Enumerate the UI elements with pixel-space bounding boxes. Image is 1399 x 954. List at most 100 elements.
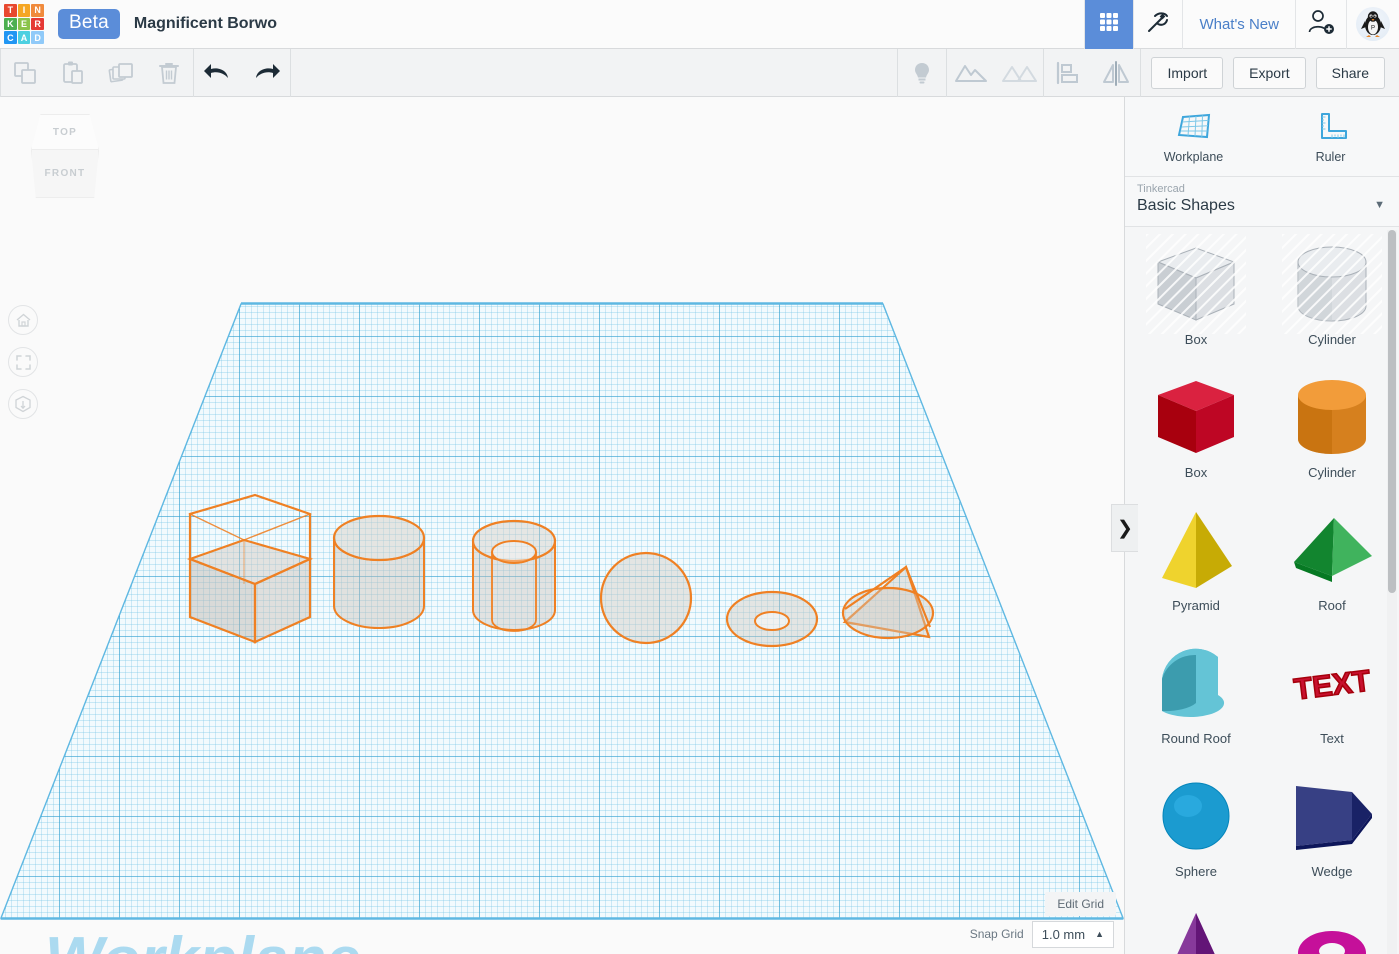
workplane-watermark: Workplane bbox=[45, 925, 361, 954]
caret-up-icon: ▲ bbox=[1095, 929, 1104, 939]
text-3d-icon: TEXT bbox=[1291, 664, 1373, 708]
redo-button[interactable] bbox=[242, 49, 290, 97]
cone-icon bbox=[1177, 913, 1215, 954]
ungroup-button[interactable] bbox=[995, 49, 1043, 97]
shape-item-sphere[interactable]: Sphere bbox=[1137, 766, 1255, 899]
shape-item-cone[interactable] bbox=[1137, 899, 1255, 954]
roof-icon bbox=[1294, 518, 1372, 582]
shape-sphere[interactable] bbox=[599, 551, 693, 645]
home-view-button[interactable] bbox=[8, 305, 38, 335]
snap-grid-select[interactable]: 1.0 mm ▲ bbox=[1031, 920, 1114, 948]
snap-grid-label: Snap Grid bbox=[969, 927, 1024, 941]
workplane-tool-label: Workplane bbox=[1163, 149, 1224, 164]
logo-tile-r: R bbox=[31, 17, 44, 31]
logo-tile-e: E bbox=[17, 17, 31, 31]
mirror-icon bbox=[1103, 60, 1130, 86]
redo-arrow-icon bbox=[256, 63, 280, 78]
box-icon bbox=[1158, 381, 1234, 453]
edit-toolbar: Import Export Share bbox=[0, 48, 1399, 97]
shape-item-sphere-label: Sphere bbox=[1175, 864, 1217, 879]
duplicate-icon bbox=[108, 62, 133, 82]
logo-tile-i: I bbox=[17, 4, 31, 17]
share-button[interactable]: Share bbox=[1315, 56, 1385, 89]
codeblocks-button[interactable] bbox=[1133, 0, 1182, 49]
shape-item-cylinder[interactable]: Cylinder bbox=[1273, 367, 1391, 500]
whats-new-button[interactable]: What's New bbox=[1182, 0, 1295, 49]
shape-row bbox=[1125, 899, 1399, 954]
light-button[interactable] bbox=[898, 49, 946, 97]
shapes-panel: Workplane Ruler Tinkercad Basic Shapes ▼ bbox=[1124, 97, 1399, 954]
workplane-tool[interactable]: Workplane bbox=[1125, 97, 1262, 176]
shape-item-wedge[interactable]: Wedge bbox=[1273, 766, 1391, 899]
view-cube[interactable]: TOP FRONT bbox=[27, 114, 103, 206]
shape-item-wedge-label: Wedge bbox=[1311, 864, 1353, 879]
import-button[interactable]: Import bbox=[1151, 56, 1224, 89]
shape-tube[interactable] bbox=[471, 519, 557, 632]
shape-item-round-roof-label: Round Roof bbox=[1161, 731, 1231, 746]
shape-item-box-hole-label: Box bbox=[1184, 332, 1208, 347]
collapse-panel-button[interactable]: ❯ bbox=[1111, 504, 1138, 552]
shape-item-box-hole[interactable]: Box bbox=[1137, 234, 1255, 367]
cylinder-hole-icon bbox=[1282, 234, 1382, 334]
undo-button[interactable] bbox=[194, 49, 242, 97]
ruler-tool-label: Ruler bbox=[1315, 149, 1346, 164]
view-cube-top-face[interactable]: TOP bbox=[31, 114, 99, 150]
history-tools bbox=[194, 49, 290, 97]
shape-panel-scrollbar[interactable] bbox=[1387, 230, 1397, 954]
group-button[interactable] bbox=[947, 49, 995, 97]
shape-item-cylinder-hole[interactable]: Cylinder bbox=[1273, 234, 1391, 367]
shape-item-torus[interactable] bbox=[1273, 899, 1391, 954]
align-button[interactable] bbox=[1044, 49, 1092, 97]
shape-torus[interactable] bbox=[725, 590, 819, 648]
duplicate-button[interactable] bbox=[97, 49, 145, 97]
view-cube-front-face[interactable]: FRONT bbox=[31, 150, 99, 198]
shape-item-round-roof[interactable]: Round Roof bbox=[1137, 633, 1255, 766]
export-button[interactable]: Export bbox=[1233, 56, 1306, 89]
fit-all-button[interactable] bbox=[8, 347, 38, 377]
shape-item-roof[interactable]: Roof bbox=[1273, 500, 1391, 633]
home-icon bbox=[16, 313, 30, 327]
text-3d-icon-thumb: TEXT bbox=[1282, 633, 1382, 733]
3d-viewport[interactable]: Workplane bbox=[0, 97, 1124, 954]
shape-library-grid[interactable]: Box Cylinder Box Cylinder Pyramid Roof R… bbox=[1125, 228, 1399, 954]
shape-item-pyramid[interactable]: Pyramid bbox=[1137, 500, 1255, 633]
logo-tile-k: K bbox=[4, 17, 17, 31]
svg-text:P: P bbox=[1371, 26, 1375, 32]
tinkercad-logo[interactable]: TIN KER CAD bbox=[2, 2, 46, 46]
edit-grid-button[interactable]: Edit Grid bbox=[1045, 892, 1116, 916]
snap-grid-value: 1.0 mm bbox=[1041, 926, 1086, 942]
snap-grid-control: Snap Grid 1.0 mm ▲ bbox=[970, 914, 1124, 954]
torus-icon bbox=[1298, 931, 1366, 954]
ruler-tool[interactable]: Ruler bbox=[1262, 97, 1399, 176]
shape-item-box-label: Box bbox=[1184, 465, 1208, 480]
copy-button[interactable] bbox=[1, 49, 49, 97]
ortho-perspective-button[interactable] bbox=[8, 389, 38, 419]
shape-cylinder[interactable] bbox=[332, 514, 426, 629]
shape-library-selector[interactable]: Tinkercad Basic Shapes ▼ bbox=[1125, 177, 1399, 227]
document-title[interactable]: Magnificent Borwo bbox=[134, 15, 277, 33]
user-avatar-button[interactable]: P bbox=[1346, 0, 1399, 49]
delete-button[interactable] bbox=[145, 49, 193, 97]
logo-tile-d: D bbox=[31, 31, 44, 44]
shape-item-text[interactable]: TEXT Text bbox=[1273, 633, 1391, 766]
box-icon-thumb bbox=[1146, 367, 1246, 467]
logo-tile-a: A bbox=[17, 31, 31, 44]
cube-view-icon bbox=[15, 395, 31, 413]
clipboard-icon bbox=[63, 61, 83, 84]
invite-people-button[interactable] bbox=[1295, 0, 1346, 49]
beta-badge: Beta bbox=[58, 9, 120, 39]
workplane-canvas[interactable]: Workplane bbox=[0, 97, 1124, 954]
library-name: Basic Shapes bbox=[1137, 197, 1235, 214]
scrollbar-thumb[interactable] bbox=[1388, 230, 1396, 593]
lightbulb-icon bbox=[915, 62, 930, 83]
chevron-down-icon[interactable]: ▼ bbox=[1374, 199, 1385, 211]
pickaxe-icon bbox=[1145, 9, 1171, 40]
pyramid-icon bbox=[1162, 512, 1232, 588]
sphere-icon-thumb bbox=[1146, 766, 1246, 866]
grid-apps-button[interactable] bbox=[1084, 0, 1134, 49]
mirror-button[interactable] bbox=[1092, 49, 1140, 97]
paste-button[interactable] bbox=[49, 49, 97, 97]
library-owner: Tinkercad bbox=[1137, 183, 1185, 195]
tinkercad-app: TINKERCAD Beta Magnificent Borwo What's … bbox=[0, 0, 1399, 954]
shape-item-box[interactable]: Box bbox=[1137, 367, 1255, 500]
